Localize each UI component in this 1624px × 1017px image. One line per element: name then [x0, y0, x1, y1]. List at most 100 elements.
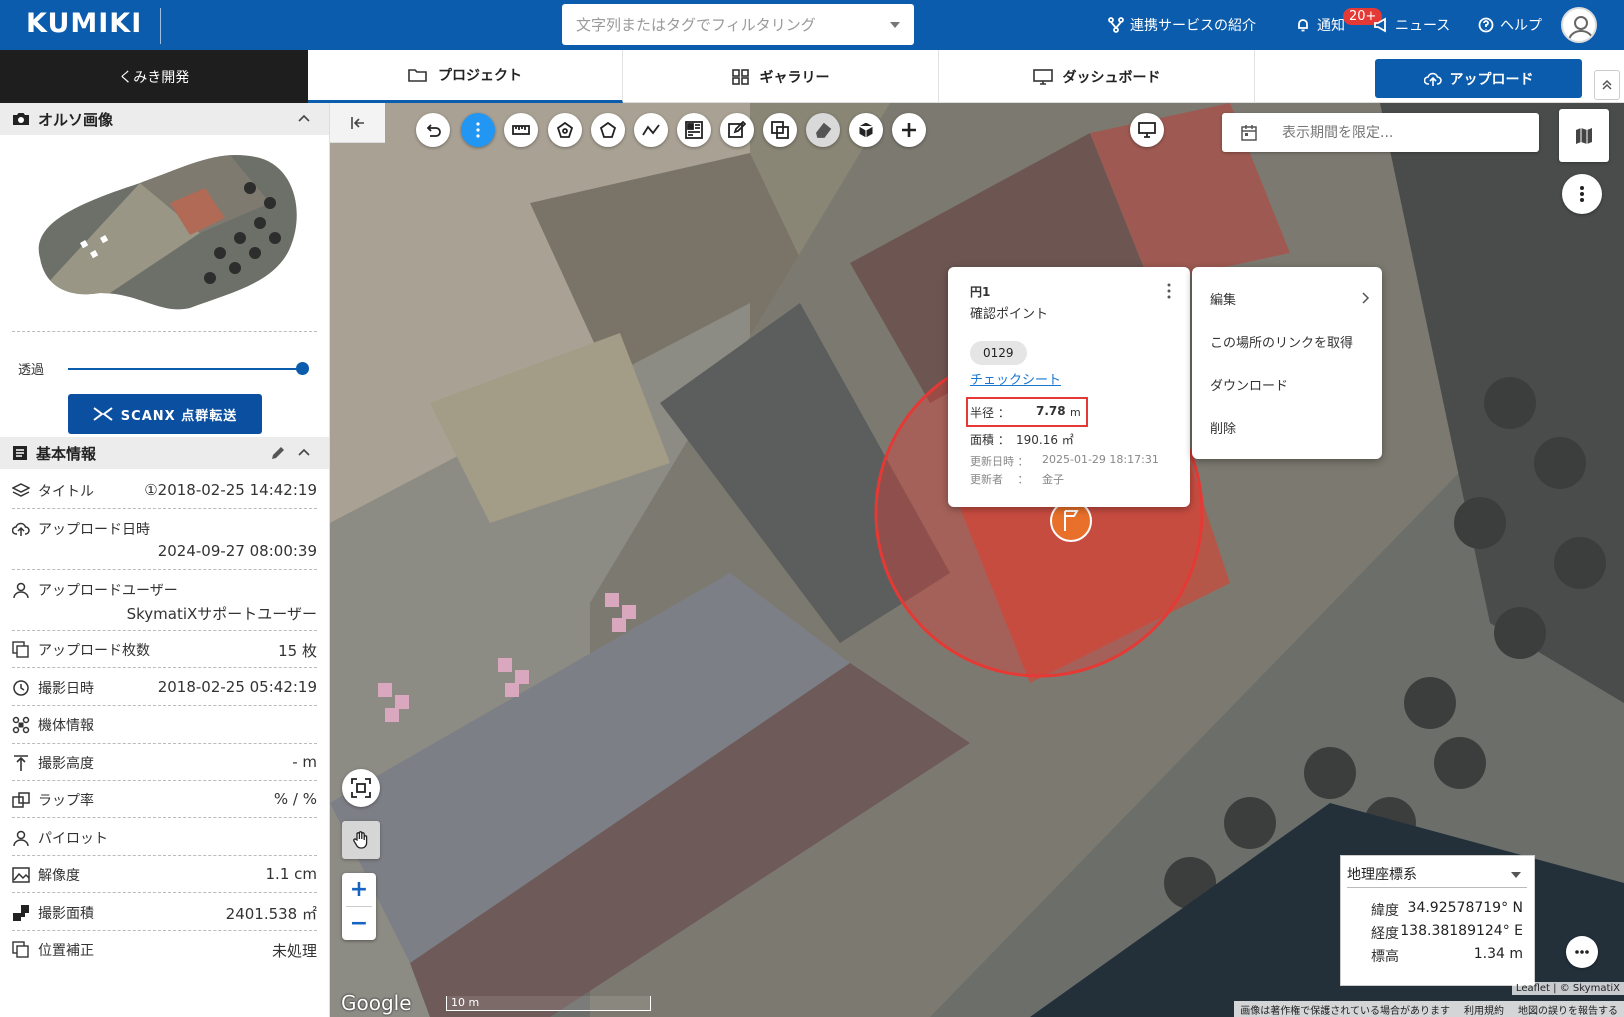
filter-search-input[interactable] — [576, 15, 890, 34]
google-logo: Google — [341, 991, 412, 1015]
menu-item-delete[interactable]: 削除 — [1210, 418, 1236, 437]
add-tool[interactable] — [892, 113, 926, 147]
info-value: ①2018-02-25 14:42:19 — [144, 481, 317, 499]
nav-help[interactable]: ヘルプ — [1478, 0, 1542, 50]
monitor-icon — [1032, 68, 1053, 85]
monitor-icon — [1138, 122, 1156, 138]
app-logo[interactable]: KUMIKI — [26, 8, 142, 39]
pentagon-icon — [599, 121, 617, 138]
logo-divider — [160, 8, 161, 44]
measure-tool[interactable] — [504, 113, 538, 147]
nav-services[interactable]: 連携サービスの紹介 — [1108, 0, 1256, 50]
tabs-bar: くみき開発 プロジェクト ギャラリー ダッシュボード アップロード — [0, 50, 1624, 103]
chevron-up-icon[interactable] — [298, 447, 310, 457]
opacity-slider-track[interactable] — [68, 368, 306, 370]
ortho-thumbnail[interactable] — [20, 143, 310, 313]
project-name[interactable]: くみき開発 — [0, 50, 308, 103]
chat-dots-icon — [1575, 950, 1589, 954]
ruler-icon — [512, 125, 530, 135]
area-polygon-tool[interactable] — [548, 113, 582, 147]
chevron-double-up-icon — [1602, 79, 1612, 90]
scanx-transfer-button[interactable]: SCANX 点群転送 — [68, 394, 262, 434]
layers-icon — [12, 483, 30, 497]
folder-icon — [408, 69, 427, 82]
ortho-section-header[interactable]: オルソ画像 — [0, 103, 329, 135]
dots-vertical-icon[interactable] — [1166, 283, 1172, 299]
info-value: 未処理 — [271, 942, 317, 960]
tab-dashboard[interactable]: ダッシュボード — [939, 50, 1255, 103]
copy-tool[interactable] — [763, 113, 797, 147]
opacity-label: 透過 — [18, 363, 45, 378]
polyline-icon — [642, 124, 660, 136]
pilot-icon — [13, 830, 29, 847]
info-value: - m — [292, 753, 317, 771]
coord-lon-label: 経度 — [1371, 926, 1399, 942]
info-value: 15 枚 — [278, 642, 317, 660]
filter-search[interactable] — [562, 4, 914, 45]
undo-tool[interactable] — [416, 113, 450, 147]
images-icon — [12, 641, 29, 658]
pan-hand-button[interactable] — [342, 821, 380, 859]
user-avatar[interactable] — [1561, 7, 1597, 43]
pencil-icon[interactable] — [270, 445, 286, 461]
grid-tool[interactable] — [677, 113, 711, 147]
dots-vertical-icon — [476, 122, 480, 138]
nav-news-label: ニュース — [1395, 18, 1451, 34]
menu-item-download[interactable]: ダウンロード — [1210, 375, 1288, 394]
position-icon — [12, 941, 29, 958]
upload-button[interactable]: アップロード — [1375, 59, 1582, 98]
popup-subtitle: 確認ポイント — [970, 307, 1049, 322]
erase-tool[interactable] — [806, 113, 840, 147]
polyline-tool[interactable] — [634, 113, 668, 147]
divider — [12, 892, 317, 893]
date-range-input[interactable] — [1282, 124, 1522, 141]
info-row-upload-user: アップロードユーザー SkymatiXサポートユーザー — [12, 580, 317, 624]
map-view[interactable]: 円1 確認ポイント 0129 チェックシート 半径 ： 7.78 m 面積 ： … — [330, 103, 1624, 1017]
tab-project[interactable]: プロジェクト — [308, 50, 623, 103]
display-mode-button[interactable] — [1130, 113, 1164, 147]
popup-checksheet-link[interactable]: チェックシート — [970, 369, 1061, 388]
3d-tool[interactable] — [849, 113, 883, 147]
layer-map-button[interactable] — [1559, 109, 1609, 162]
tab-gallery[interactable]: ギャラリー — [623, 50, 939, 103]
zoom-in-button[interactable]: + — [342, 873, 376, 906]
info-value: 2018-02-25 05:42:19 — [157, 678, 317, 696]
chevron-down-icon[interactable] — [890, 21, 900, 28]
help-icon — [1478, 17, 1494, 33]
info-label: 位置補正 — [38, 943, 94, 959]
polygon-tool[interactable] — [591, 113, 625, 147]
collapse-sidebar-button[interactable] — [330, 103, 385, 143]
cloud-upload-icon — [12, 522, 30, 536]
divider — [12, 855, 317, 856]
map-attribution[interactable]: Leaflet | © SkymatiX — [1511, 982, 1624, 995]
map-footer: 画像は著作権で保護されている場合があります 利用規約 地図の誤りを報告する — [1234, 1001, 1624, 1017]
annotation-popup: 円1 確認ポイント 0129 チェックシート 半径 ： 7.78 m 面積 ： … — [948, 267, 1190, 507]
edit-tool[interactable] — [720, 113, 754, 147]
map-marker[interactable] — [1050, 500, 1092, 542]
popup-tag[interactable]: 0129 — [970, 341, 1027, 365]
date-range-filter[interactable] — [1222, 113, 1539, 152]
basic-info-section-header[interactable]: 基本情報 — [0, 437, 329, 469]
coord-system-select[interactable]: 地理座標系 — [1347, 864, 1527, 888]
menu-item-edit[interactable]: 編集 — [1210, 289, 1236, 308]
footer-report-link[interactable]: 地図の誤りを報告する — [1518, 1002, 1618, 1017]
chat-button[interactable] — [1566, 936, 1598, 968]
popup-area-label: 面積 ： — [970, 433, 1010, 447]
footer-terms-link[interactable]: 利用規約 — [1464, 1002, 1504, 1017]
info-label: アップロードユーザー — [38, 583, 178, 599]
divider — [12, 817, 317, 818]
chevron-right-icon — [1362, 292, 1370, 304]
fit-bounds-button[interactable] — [342, 769, 380, 807]
menu-item-get-link[interactable]: この場所のリンクを取得 — [1210, 332, 1353, 351]
map-menu-button[interactable] — [1562, 174, 1602, 214]
popup-area-value: 190.16 ㎡ — [1016, 433, 1074, 447]
collapse-header-button[interactable] — [1594, 70, 1620, 100]
edit-note-icon — [728, 121, 746, 138]
nav-news[interactable]: ニュース — [1373, 0, 1450, 50]
zoom-out-button[interactable]: − — [342, 907, 376, 940]
footer-copyright: 画像は著作権で保護されている場合があります — [1240, 1006, 1450, 1017]
chevron-up-icon[interactable] — [298, 113, 310, 123]
opacity-slider-thumb[interactable] — [296, 362, 309, 375]
more-tools[interactable] — [461, 113, 495, 147]
nav-notify[interactable]: 通知 — [1295, 0, 1345, 50]
